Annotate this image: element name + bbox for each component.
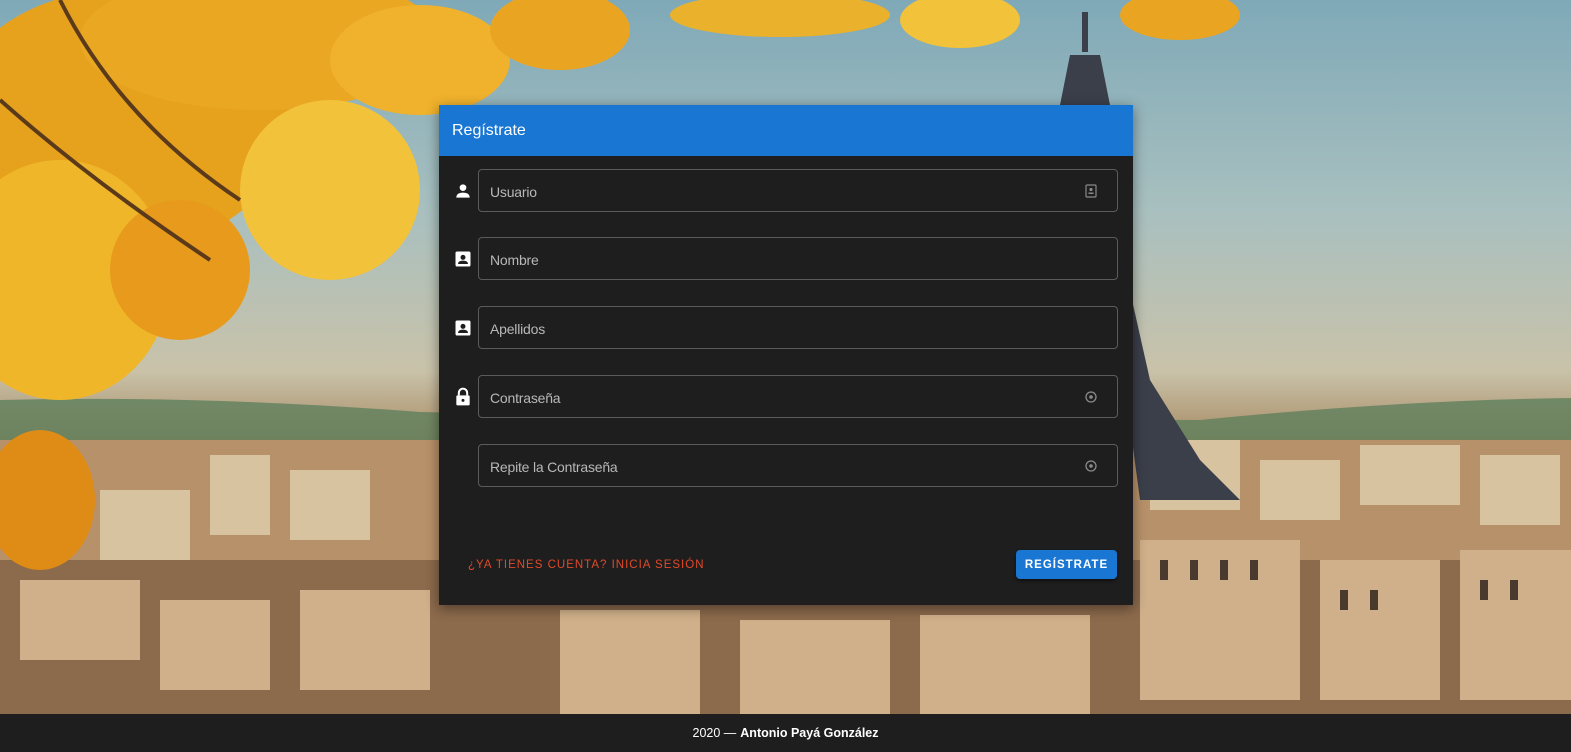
repeat-password-row bbox=[439, 444, 1133, 489]
name-input[interactable] bbox=[488, 238, 1082, 281]
surname-input[interactable] bbox=[488, 307, 1082, 350]
surname-field-box bbox=[478, 306, 1118, 350]
eye-icon[interactable] bbox=[1083, 458, 1099, 474]
password-field-box bbox=[478, 375, 1118, 419]
contact-card-icon bbox=[1085, 184, 1097, 198]
register-button[interactable]: Regístrate bbox=[1016, 550, 1117, 579]
footer-author: Antonio Payá González bbox=[740, 726, 879, 740]
name-row bbox=[439, 237, 1133, 282]
eye-icon[interactable] bbox=[1083, 389, 1099, 405]
footer-year: 2020 — bbox=[692, 726, 737, 740]
register-card: Regístrate Usuario Nombre Apellidos ¿YA … bbox=[439, 105, 1133, 605]
account-box-icon bbox=[455, 320, 471, 336]
footer: 2020 — Antonio Payá González bbox=[0, 714, 1571, 752]
surname-row bbox=[439, 306, 1133, 351]
person-icon bbox=[456, 184, 470, 198]
repeat-password-input[interactable] bbox=[488, 445, 1082, 488]
username-row bbox=[439, 169, 1133, 214]
card-title: Regístrate bbox=[452, 121, 526, 139]
login-link[interactable]: ¿Ya tienes cuenta? Inicia sesión bbox=[468, 559, 705, 571]
card-header: Regístrate bbox=[439, 105, 1133, 156]
password-input[interactable] bbox=[488, 376, 1082, 419]
account-box-icon bbox=[455, 251, 471, 267]
name-field-box bbox=[478, 237, 1118, 281]
username-field-box bbox=[478, 169, 1118, 213]
lock-icon bbox=[456, 387, 470, 406]
username-input[interactable] bbox=[488, 170, 1082, 213]
repeat-password-field-box bbox=[478, 444, 1118, 488]
password-row bbox=[439, 375, 1133, 420]
